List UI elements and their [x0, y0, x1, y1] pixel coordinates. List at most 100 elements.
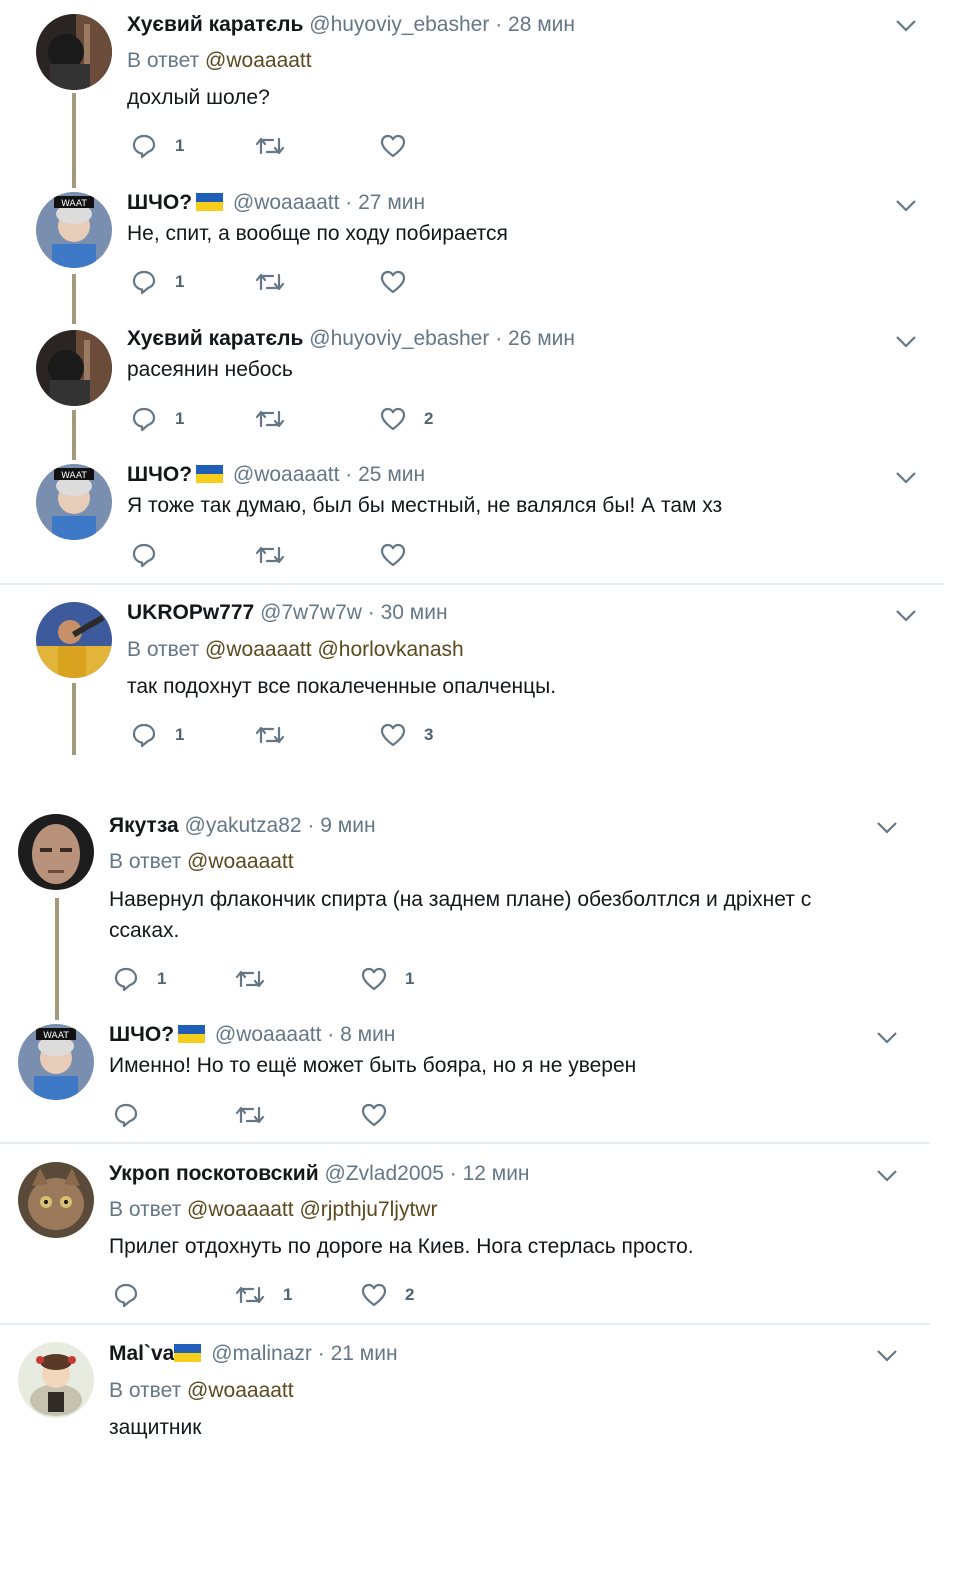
timestamp[interactable]: 9 мин — [320, 814, 375, 837]
user-handle[interactable]: @huyoviy_ebasher — [309, 13, 489, 36]
user-handle[interactable]: @Zvlad2005 — [324, 1162, 443, 1185]
avatar[interactable] — [18, 814, 94, 890]
mention-link[interactable]: @rjpthju7ljytwr — [299, 1198, 437, 1221]
display-name[interactable]: Якутза — [109, 814, 179, 837]
tweet-6[interactable]: Якутза @yakutza82 · 9 мин В ответ @woaaa… — [0, 800, 944, 1020]
retweet-button[interactable] — [255, 267, 303, 297]
chevron-down-icon[interactable] — [876, 1169, 898, 1183]
user-handle[interactable]: @huyoviy_ebasher — [309, 327, 489, 350]
mention-link[interactable]: @woaaaatt — [205, 49, 312, 72]
display-name[interactable]: Mal`va — [109, 1342, 174, 1365]
avatar[interactable] — [18, 1162, 94, 1238]
tweet-header: Якутза @yakutza82 · 9 мин — [109, 813, 376, 839]
svg-text:WAAT: WAAT — [61, 199, 87, 209]
timestamp[interactable]: 26 мин — [508, 327, 575, 350]
retweet-button[interactable] — [255, 720, 303, 750]
like-button[interactable]: 3 — [380, 720, 433, 750]
display-name[interactable]: UKROPw777 — [127, 601, 254, 624]
timestamp[interactable]: 25 мин — [358, 463, 425, 486]
display-name[interactable]: Укроп поскотовский — [109, 1162, 319, 1185]
user-handle[interactable]: @7w7w7w — [260, 601, 362, 624]
tweet-9[interactable]: Mal`va @malinazr · 21 мин В ответ @woaaa… — [0, 1330, 944, 1460]
retweet-button[interactable] — [255, 404, 303, 434]
like-button[interactable]: 2 — [380, 404, 433, 434]
reply-button[interactable]: 1 — [131, 131, 184, 161]
tweet-4[interactable]: WAAT ШЧО? @woaaaatt · 25 мин Я тоже так … — [0, 452, 944, 584]
user-handle[interactable]: @yakutza82 — [185, 814, 302, 837]
like-button[interactable] — [380, 131, 424, 161]
heart-icon — [361, 1103, 387, 1127]
user-handle[interactable]: @woaaaatt — [233, 191, 340, 214]
avatar[interactable] — [36, 602, 112, 678]
reply-button[interactable]: 1 — [131, 404, 184, 434]
reply-button[interactable]: 1 — [113, 964, 166, 994]
display-name[interactable]: ШЧО? — [127, 463, 192, 486]
tweet-text: Я тоже так думаю, был бы местный, не вал… — [127, 494, 723, 517]
reply-button[interactable]: 1 — [131, 267, 184, 297]
avatar[interactable]: WAAT — [18, 1024, 94, 1100]
tweet-7[interactable]: WAAT ШЧО? @woaaaatt · 8 мин Именно! Но т… — [0, 1012, 944, 1142]
timestamp[interactable]: 8 мин — [340, 1023, 395, 1046]
reply-button[interactable]: 1 — [131, 720, 184, 750]
mention-link[interactable]: @woaaaatt — [187, 1379, 294, 1402]
retweet-button[interactable] — [255, 540, 303, 570]
reply-button[interactable] — [113, 1280, 157, 1310]
like-button[interactable]: 1 — [361, 964, 414, 994]
like-button[interactable] — [361, 1100, 405, 1130]
timestamp[interactable]: 30 мин — [381, 601, 448, 624]
tweet-3[interactable]: Хуєвий каратєль @huyoviy_ebasher · 26 ми… — [0, 316, 944, 460]
avatar[interactable] — [36, 330, 112, 406]
display-name[interactable]: Хуєвий каратєль — [127, 327, 303, 350]
separator-dot: · — [345, 191, 353, 214]
thread-line — [72, 93, 76, 188]
like-button[interactable] — [380, 267, 424, 297]
chevron-down-icon[interactable] — [876, 821, 898, 835]
mention-link[interactable]: @woaaaatt — [205, 638, 312, 661]
reply-icon — [132, 407, 156, 432]
like-button[interactable] — [380, 540, 424, 570]
chevron-down-icon[interactable] — [876, 1349, 898, 1363]
tweet-text: расеянин небось — [127, 358, 293, 381]
heart-icon — [380, 407, 406, 431]
tweet-5[interactable]: UKROPw777 @7w7w7w · 30 мин В ответ @woaa… — [0, 590, 944, 760]
reply-to-label: В ответ — [109, 1379, 182, 1402]
retweet-button[interactable] — [255, 131, 303, 161]
mention-link[interactable]: @woaaaatt — [187, 1198, 294, 1221]
display-name[interactable]: Хуєвий каратєль — [127, 13, 303, 36]
chevron-down-icon[interactable] — [895, 471, 917, 485]
reply-button[interactable] — [131, 540, 175, 570]
retweet-button[interactable] — [235, 964, 283, 994]
avatar[interactable] — [18, 1342, 94, 1418]
display-name[interactable]: ШЧО? — [109, 1023, 174, 1046]
chevron-down-icon[interactable] — [895, 19, 917, 33]
user-handle[interactable]: @woaaaatt — [215, 1023, 322, 1046]
timestamp[interactable]: 12 мин — [463, 1162, 530, 1185]
user-handle[interactable]: @woaaaatt — [233, 463, 340, 486]
timestamp[interactable]: 21 мин — [331, 1342, 398, 1365]
retweet-icon — [255, 410, 285, 428]
timestamp[interactable]: 27 мин — [358, 191, 425, 214]
timestamp[interactable]: 28 мин — [508, 13, 575, 36]
retweet-icon — [255, 726, 285, 744]
chevron-down-icon[interactable] — [895, 335, 917, 349]
tweet-1[interactable]: Хуєвий каратєль @huyoviy_ebasher · 28 ми… — [0, 0, 944, 188]
separator-dot: · — [327, 1023, 335, 1046]
avatar[interactable]: WAAT — [36, 464, 112, 540]
tweet-2[interactable]: WAAT ШЧО? @woaaaatt · 27 мин Не, спит, а… — [0, 180, 944, 324]
mention-link[interactable]: @woaaaatt — [187, 850, 294, 873]
mention-link[interactable]: @horlovkanash — [317, 638, 463, 661]
chevron-down-icon[interactable] — [876, 1031, 898, 1045]
retweet-button[interactable]: 1 — [235, 1280, 292, 1310]
like-button[interactable]: 2 — [361, 1280, 414, 1310]
chevron-down-icon[interactable] — [895, 609, 917, 623]
user-handle[interactable]: @malinazr — [211, 1342, 312, 1365]
display-name[interactable]: ШЧО? — [127, 191, 192, 214]
retweet-button[interactable] — [235, 1100, 283, 1130]
divider — [0, 583, 944, 585]
avatar[interactable] — [36, 14, 112, 90]
chevron-down-icon[interactable] — [895, 199, 917, 213]
avatar[interactable]: WAAT — [36, 192, 112, 268]
reply-button[interactable] — [113, 1100, 157, 1130]
reply-to-label: В ответ — [127, 49, 200, 72]
tweet-8[interactable]: Укроп поскотовский @Zvlad2005 · 12 мин В… — [0, 1150, 944, 1322]
